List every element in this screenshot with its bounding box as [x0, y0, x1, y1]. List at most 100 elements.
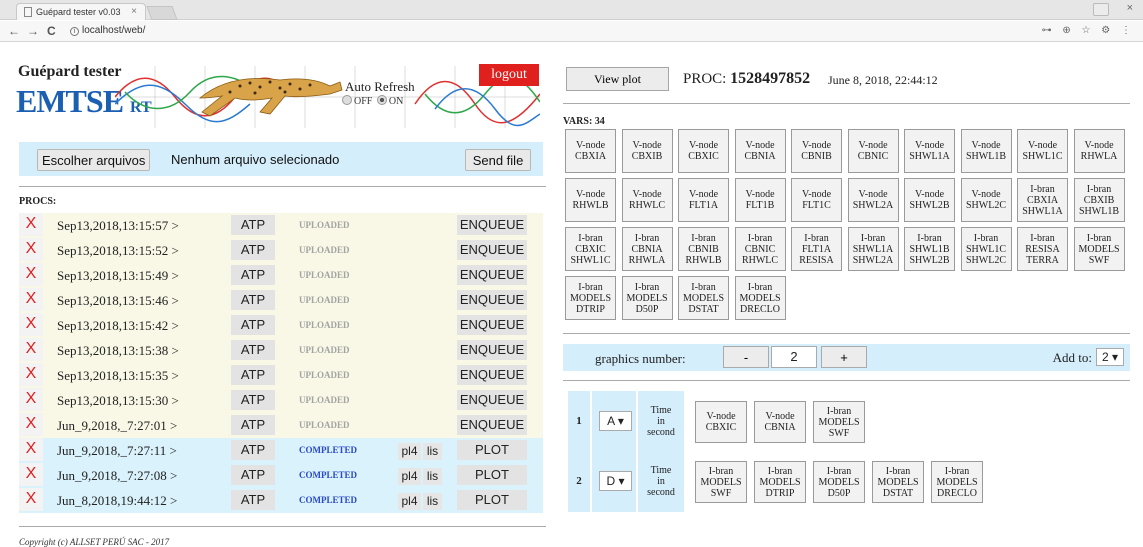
proc-date-link[interactable]: Sep13,2018,13:15:49 > [57, 268, 179, 284]
var-button[interactable]: I-bran MODELS SWF [1073, 227, 1125, 271]
var-button[interactable]: I-bran RESISA TERRA [1017, 227, 1068, 271]
enqueue-button[interactable]: ENQUEUE [457, 340, 527, 360]
pl4-file-button[interactable]: pl4 [398, 468, 421, 485]
plot-button[interactable]: PLOT [457, 490, 527, 510]
add-to-select[interactable]: 2 ▾ [1096, 348, 1124, 366]
proc-type-button[interactable]: ATP [231, 415, 275, 435]
graph-var-button[interactable]: I-bran MODELS SWF [695, 461, 747, 503]
var-button[interactable]: I-bran MODELS DTRIP [565, 276, 616, 320]
proc-date-link[interactable]: Sep13,2018,13:15:30 > [57, 393, 179, 409]
logout-button[interactable]: logout [479, 64, 539, 86]
var-button[interactable]: I-bran SHWL1B SHWL2B [904, 227, 955, 271]
pl4-file-button[interactable]: pl4 [398, 443, 421, 460]
var-button[interactable]: V-node SHWL1A [904, 129, 955, 173]
proc-type-button[interactable]: ATP [231, 465, 275, 485]
var-button[interactable]: V-node CBNIC [847, 129, 899, 173]
proc-type-button[interactable]: ATP [231, 390, 275, 410]
proc-type-button[interactable]: ATP [231, 215, 275, 235]
lis-file-button[interactable]: lis [423, 443, 442, 460]
reload-icon[interactable]: C [47, 24, 56, 38]
view-plot-button[interactable]: View plot [566, 67, 669, 91]
var-button[interactable]: V-node SHWL1C [1017, 129, 1068, 173]
profile-icon[interactable] [1093, 3, 1109, 16]
delete-icon[interactable]: X [19, 238, 43, 261]
proc-type-button[interactable]: ATP [231, 315, 275, 335]
proc-type-button[interactable]: ATP [231, 490, 275, 510]
lis-file-button[interactable]: lis [423, 468, 442, 485]
var-button[interactable]: V-node CBNIB [791, 129, 842, 173]
proc-type-button[interactable]: ATP [231, 265, 275, 285]
graphics-minus-button[interactable]: - [723, 346, 769, 368]
var-button[interactable]: V-node SHWL2B [904, 178, 955, 222]
var-button[interactable]: V-node FLT1B [734, 178, 786, 222]
var-button[interactable]: V-node SHWL2A [847, 178, 899, 222]
proc-type-button[interactable]: ATP [231, 240, 275, 260]
back-icon[interactable]: ← [8, 24, 20, 38]
delete-icon[interactable]: X [19, 363, 43, 386]
graph-var-button[interactable]: I-bran MODELS DRECLO [931, 461, 983, 503]
var-button[interactable]: I-bran MODELS DRECLO [734, 276, 786, 320]
delete-icon[interactable]: X [19, 213, 43, 236]
pl4-file-button[interactable]: pl4 [398, 493, 421, 510]
graphics-number-field[interactable]: 2 [771, 346, 817, 368]
choose-files-button[interactable]: Escolher arquivos [37, 149, 151, 171]
delete-icon[interactable]: X [19, 313, 43, 336]
graphics-plus-button[interactable]: + [821, 346, 867, 368]
browser-tab[interactable]: Guépard tester v0.03 × [16, 3, 146, 20]
var-button[interactable]: I-bran MODELS DSTAT [678, 276, 729, 320]
proc-type-button[interactable]: ATP [231, 290, 275, 310]
graph-var-button[interactable]: V-node CBXIC [695, 401, 747, 443]
delete-icon[interactable]: X [19, 413, 43, 436]
plot-button[interactable]: PLOT [457, 440, 527, 460]
proc-date-link[interactable]: Sep13,2018,13:15:57 > [57, 218, 179, 234]
var-button[interactable]: I-bran SHWL1C SHWL2C [960, 227, 1012, 271]
enqueue-button[interactable]: ENQUEUE [457, 315, 527, 335]
delete-icon[interactable]: X [19, 388, 43, 411]
graph-var-button[interactable]: I-bran MODELS DTRIP [754, 461, 806, 503]
var-button[interactable]: I-bran CBNIC RHWLC [734, 227, 786, 271]
delete-icon[interactable]: X [19, 438, 43, 461]
axis-select[interactable]: D ▾ [599, 471, 632, 491]
enqueue-button[interactable]: ENQUEUE [457, 290, 527, 310]
var-button[interactable]: V-node CBXIA [565, 129, 616, 173]
var-button[interactable]: V-node RHWLC [621, 178, 673, 222]
enqueue-button[interactable]: ENQUEUE [457, 365, 527, 385]
var-button[interactable]: I-bran CBNIB RHWLB [678, 227, 729, 271]
radio-on[interactable] [376, 95, 387, 105]
var-button[interactable]: V-node CBXIB [621, 129, 673, 173]
proc-type-button[interactable]: ATP [231, 440, 275, 460]
enqueue-button[interactable]: ENQUEUE [457, 415, 527, 435]
radio-off[interactable] [342, 95, 352, 105]
proc-date-link[interactable]: Sep13,2018,13:15:46 > [57, 293, 179, 309]
proc-date-link[interactable]: Jun_9,2018,_7:27:08 > [57, 468, 177, 484]
proc-date-link[interactable]: Jun_8,2018,19:44:12 > [57, 493, 177, 509]
tab-close-icon[interactable]: × [131, 6, 137, 17]
var-button[interactable]: V-node CBNIA [734, 129, 786, 173]
url-field[interactable]: i localhost/web/ [70, 25, 145, 36]
var-button[interactable]: V-node CBXIC [678, 129, 729, 173]
proc-date-link[interactable]: Jun_9,2018,_7:27:11 > [57, 443, 177, 459]
var-button[interactable]: I-bran FLT1A RESISA [791, 227, 842, 271]
graph-var-button[interactable]: I-bran MODELS DSTAT [872, 461, 924, 503]
var-button[interactable]: V-node RHWLA [1073, 129, 1125, 173]
window-close-icon[interactable]: × [1127, 2, 1133, 14]
enqueue-button[interactable]: ENQUEUE [457, 390, 527, 410]
var-button[interactable]: I-bran CBXIB SHWL1B [1073, 178, 1125, 222]
enqueue-button[interactable]: ENQUEUE [457, 215, 527, 235]
proc-date-link[interactable]: Sep13,2018,13:15:42 > [57, 318, 179, 334]
delete-icon[interactable]: X [19, 338, 43, 361]
var-button[interactable]: V-node FLT1A [678, 178, 729, 222]
var-button[interactable]: I-bran SHWL1A SHWL2A [847, 227, 899, 271]
proc-date-link[interactable]: Sep13,2018,13:15:38 > [57, 343, 179, 359]
enqueue-button[interactable]: ENQUEUE [457, 265, 527, 285]
var-button[interactable]: I-bran CBXIC SHWL1C [565, 227, 616, 271]
proc-type-button[interactable]: ATP [231, 365, 275, 385]
send-file-button[interactable]: Send file [465, 149, 531, 171]
var-button[interactable]: V-node RHWLB [565, 178, 616, 222]
graph-var-button[interactable]: V-node CBNIA [754, 401, 806, 443]
var-button[interactable]: V-node SHWL2C [960, 178, 1012, 222]
plot-button[interactable]: PLOT [457, 465, 527, 485]
delete-icon[interactable]: X [19, 488, 43, 511]
proc-date-link[interactable]: Jun_9,2018,_7:27:01 > [57, 418, 177, 434]
proc-date-link[interactable]: Sep13,2018,13:15:35 > [57, 368, 179, 384]
